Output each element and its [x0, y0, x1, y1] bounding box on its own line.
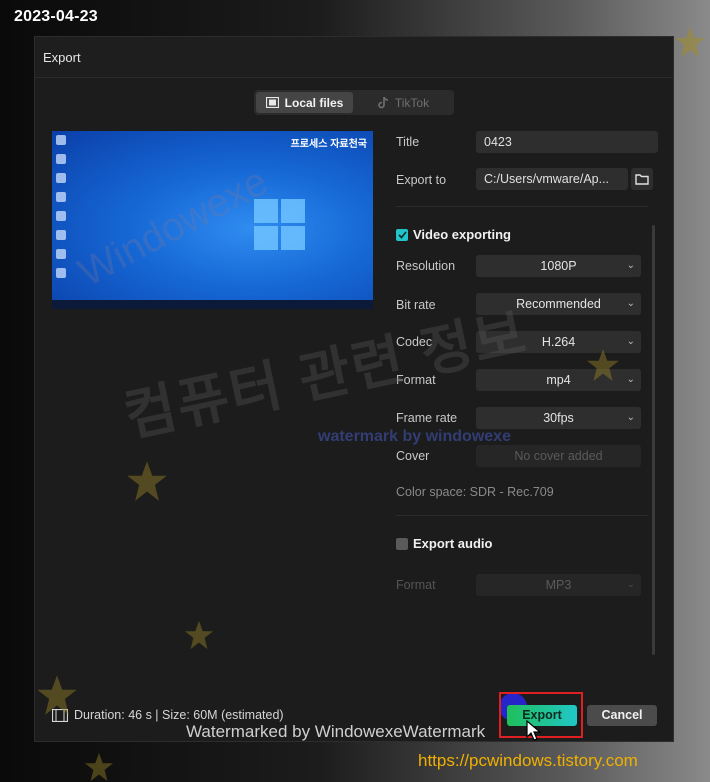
framerate-label: Frame rate — [396, 411, 458, 425]
cancel-button[interactable]: Cancel — [587, 705, 657, 726]
folder-icon — [635, 173, 649, 185]
star-icon — [184, 620, 214, 650]
settings-scrollbar[interactable] — [652, 225, 655, 655]
dialog-header: Export — [35, 37, 673, 78]
export-audio-label: Export audio — [413, 536, 493, 551]
video-exporting-section: Video exporting — [396, 227, 511, 242]
star-icon — [37, 675, 77, 715]
audio-format-label: Format — [396, 578, 436, 592]
watermark-bottom: Watermarked by WindowexeWatermark — [186, 722, 486, 741]
cover-value: No cover added — [514, 449, 603, 463]
audio-format-select[interactable]: MP3 ⌄ — [476, 574, 641, 596]
site-url: https://pcwindows.tistory.com — [418, 751, 638, 770]
cover-select[interactable]: No cover added — [476, 445, 641, 467]
framerate-select[interactable]: 30fps ⌄ — [476, 407, 641, 429]
color-space-text: Color space: SDR - Rec.709 — [396, 485, 554, 499]
resolution-value: 1080P — [540, 259, 577, 273]
bitrate-value: Recommended — [516, 297, 601, 311]
film-icon — [265, 97, 279, 108]
export-summary-text: Duration: 46 s | Size: 60M (estimated) — [74, 708, 284, 722]
chevron-down-icon: ⌄ — [626, 336, 635, 347]
chevron-down-icon: ⌄ — [626, 260, 635, 271]
framerate-value: 30fps — [543, 411, 574, 425]
chevron-down-icon: ⌄ — [626, 374, 635, 385]
tab-local-files[interactable]: Local files — [256, 92, 353, 113]
export-summary: Duration: 46 s | Size: 60M (estimated) — [52, 708, 284, 722]
tab-local-files-label: Local files — [284, 95, 344, 110]
dialog-title: Export — [43, 50, 81, 65]
tiktok-icon — [378, 96, 388, 108]
chevron-down-icon: ⌄ — [626, 412, 635, 423]
star-icon — [84, 752, 114, 782]
preview-overlay-text: 프로세스 자료천국 — [290, 139, 367, 150]
star-icon — [587, 349, 619, 381]
mouse-cursor-icon — [526, 720, 542, 741]
star-icon — [675, 27, 705, 57]
star-icon — [127, 461, 167, 501]
format-value: mp4 — [546, 373, 571, 387]
resolution-select[interactable]: 1080P ⌄ — [476, 255, 641, 277]
check-icon — [397, 230, 407, 239]
video-exporting-label: Video exporting — [413, 227, 511, 242]
resolution-label: Resolution — [396, 259, 456, 273]
tab-tiktok[interactable]: TikTok — [355, 92, 452, 113]
browse-folder-button[interactable] — [631, 168, 653, 190]
export-to-label: Export to — [396, 173, 447, 187]
divider — [396, 206, 648, 207]
windows-logo-icon — [254, 199, 306, 251]
video-exporting-checkbox[interactable] — [396, 228, 408, 241]
preview-taskbar — [52, 300, 373, 309]
export-audio-checkbox[interactable] — [396, 537, 408, 550]
chevron-down-icon: ⌄ — [626, 579, 635, 590]
tab-tiktok-label: TikTok — [394, 95, 430, 110]
date-stamp: 2023-04-23 — [14, 8, 98, 25]
title-input[interactable]: 0423 — [476, 131, 658, 153]
export-path-input[interactable]: C:/Users/vmware/Ap... — [476, 168, 628, 190]
title-label: Title — [396, 135, 420, 149]
export-audio-section: Export audio — [396, 536, 492, 551]
chevron-down-icon: ⌄ — [626, 298, 635, 309]
divider — [396, 515, 648, 516]
watermark-blue: watermark by windowexe — [318, 428, 511, 445]
export-target-tabs: Local files TikTok — [254, 90, 454, 115]
codec-value: H.264 — [541, 335, 576, 349]
cover-label: Cover — [396, 449, 430, 463]
desktop-icons — [56, 135, 66, 278]
audio-format-value: MP3 — [545, 578, 572, 592]
